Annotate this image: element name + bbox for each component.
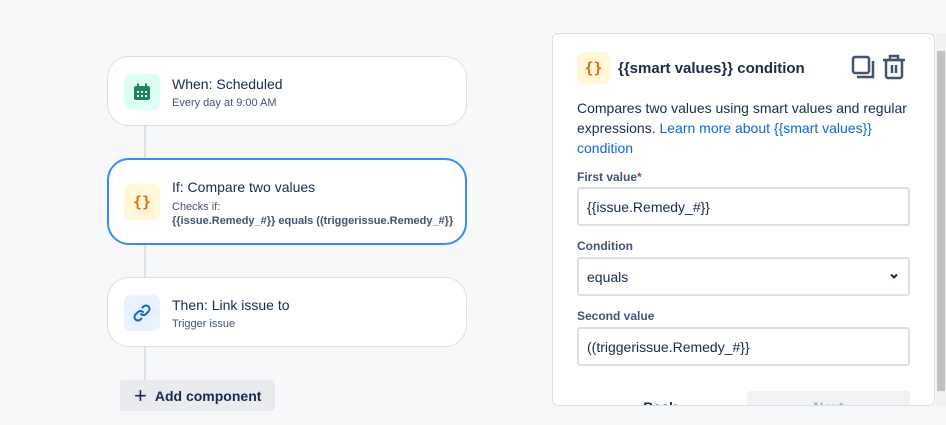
- next-button[interactable]: Next: [747, 391, 910, 405]
- trigger-card[interactable]: When: Scheduled Every day at 9:00 AM: [107, 56, 467, 126]
- condition-subtitle: Checks if:: [172, 201, 221, 213]
- first-value-label: First value*: [577, 170, 642, 184]
- braces-icon: {}: [124, 184, 160, 220]
- action-title: Then: Link issue to: [172, 297, 290, 313]
- link-icon: [124, 295, 160, 331]
- scrollbar-thumb[interactable]: [937, 51, 945, 391]
- condition-value: equals: [587, 268, 629, 285]
- panel-description: Compares two values using smart values a…: [577, 98, 917, 158]
- trash-icon[interactable]: [882, 54, 906, 85]
- connector: [144, 347, 146, 380]
- panel-title: {{smart values}} condition: [618, 60, 805, 77]
- condition-title: If: Compare two values: [172, 179, 316, 195]
- condition-panel: {} {{smart values}} condition Compares t…: [552, 33, 935, 406]
- first-value-input[interactable]: {{issue.Remedy_#}}: [577, 187, 910, 226]
- condition-select[interactable]: equals: [577, 257, 910, 296]
- scrollbar[interactable]: [936, 33, 946, 406]
- add-component-button[interactable]: + Add component: [120, 380, 275, 411]
- back-button[interactable]: Back: [577, 391, 743, 405]
- action-card[interactable]: Then: Link issue to Trigger issue: [107, 277, 467, 347]
- action-subtitle: Trigger issue: [172, 318, 236, 330]
- condition-card[interactable]: {} If: Compare two values Checks if: {{i…: [107, 158, 467, 245]
- braces-icon: {}: [577, 52, 610, 84]
- condition-label: Condition: [577, 239, 633, 253]
- connector: [144, 244, 146, 277]
- second-value-input[interactable]: ((triggerissue.Remedy_#}}: [577, 327, 910, 366]
- copy-icon[interactable]: [851, 55, 875, 84]
- condition-detail: {{issue.Remedy_#}} equals ((triggerissue…: [172, 215, 454, 227]
- calendar-icon: [124, 74, 160, 110]
- add-component-label: Add component: [154, 387, 262, 404]
- trigger-title: When: Scheduled: [172, 76, 283, 92]
- chevron-down-icon: [888, 269, 900, 285]
- second-value-label: Second value: [577, 309, 655, 323]
- connector: [144, 126, 146, 159]
- trigger-subtitle: Every day at 9:00 AM: [172, 97, 277, 109]
- plus-icon: +: [134, 382, 147, 408]
